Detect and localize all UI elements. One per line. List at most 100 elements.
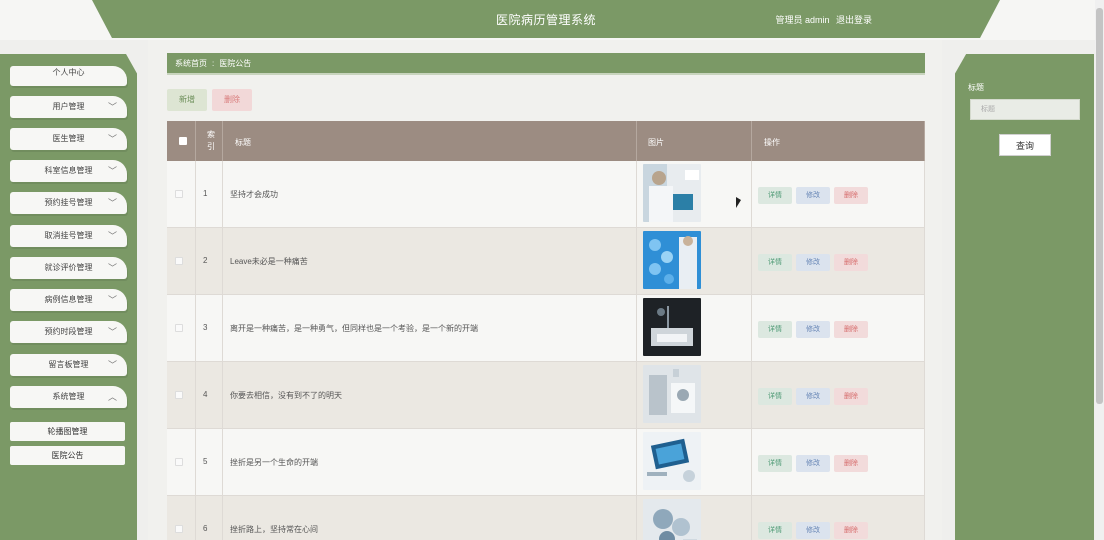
sidebar-item-reviews[interactable]: 就诊评价管理 ﹀	[10, 257, 127, 279]
breadcrumb-separator: :	[212, 59, 215, 68]
sidebar-subitem-announcements[interactable]: 医院公告	[10, 446, 125, 465]
sidebar-item-doctors[interactable]: 医生管理 ﹀	[10, 128, 127, 150]
row-checkbox[interactable]	[175, 525, 183, 533]
row-checkbox[interactable]	[175, 391, 183, 399]
header-user-area: 管理员 admin 退出登录	[771, 13, 872, 26]
row-title: Leave未必是一种痛苦	[230, 257, 308, 266]
sidebar-subitem-carousel[interactable]: 轮播图管理	[10, 422, 125, 441]
table-row: 2 Leave未必是一种痛苦 详情 修改 删除	[167, 228, 925, 295]
sidebar-item-users[interactable]: 用户管理 ﹀	[10, 96, 127, 118]
row-index-cell: 6	[196, 496, 223, 540]
row-title: 离开是一种痛苦，是一种勇气，但同样也是一个考验，是一个新的开端	[230, 324, 478, 333]
edit-button[interactable]: 修改	[796, 321, 830, 338]
row-checkbox[interactable]	[175, 190, 183, 198]
row-actions-cell: 详情 修改 删除	[752, 429, 925, 495]
row-select-cell	[167, 362, 196, 428]
breadcrumb: 系统首页: 医院公告	[167, 53, 925, 75]
sidebar-item-appointments[interactable]: 预约挂号管理 ﹀	[10, 192, 127, 214]
row-select-cell	[167, 161, 196, 227]
page-scrollbar[interactable]	[1095, 0, 1104, 540]
sidebar-item-system[interactable]: 系统管理 ︿	[10, 386, 127, 408]
row-select-cell	[167, 228, 196, 294]
row-index-cell: 3	[196, 295, 223, 361]
row-select-cell	[167, 496, 196, 540]
row-title: 挫折是另一个生命的开端	[230, 458, 318, 467]
chevron-down-icon: ﹀	[107, 295, 117, 305]
edit-button[interactable]: 修改	[796, 187, 830, 204]
sidebar-item-time-slots[interactable]: 预约时段管理 ﹀	[10, 321, 127, 343]
announcement-thumbnail[interactable]	[643, 499, 701, 540]
row-actions-cell: 详情 修改 删除	[752, 362, 925, 428]
detail-button[interactable]: 详情	[758, 455, 792, 472]
sidebar-item-messages[interactable]: 留言板管理 ﹀	[10, 354, 127, 376]
row-index: 2	[203, 256, 208, 265]
chevron-down-icon: ﹀	[107, 263, 117, 273]
sidebar-item-cancellations[interactable]: 取消挂号管理 ﹀	[10, 225, 127, 247]
delete-button[interactable]: 删除	[834, 388, 868, 405]
edit-button[interactable]: 修改	[796, 254, 830, 271]
table-row: 1 坚持才会成功 详情 修改 删除	[167, 161, 925, 228]
chevron-down-icon: ﹀	[107, 327, 117, 337]
detail-button[interactable]: 详情	[758, 254, 792, 271]
edit-button[interactable]: 修改	[796, 388, 830, 405]
header-actions: 操作	[764, 138, 780, 147]
edit-button[interactable]: 修改	[796, 455, 830, 472]
announcement-thumbnail[interactable]	[643, 298, 701, 356]
sidebar-item-label: 个人中心	[52, 68, 85, 77]
row-checkbox[interactable]	[175, 324, 183, 332]
search-input[interactable]: 标题	[970, 99, 1080, 120]
detail-button[interactable]: 详情	[758, 187, 792, 204]
delete-button[interactable]: 删除	[834, 321, 868, 338]
header-actions-cell: 操作	[752, 121, 925, 161]
row-index-cell: 2	[196, 228, 223, 294]
row-checkbox[interactable]	[175, 458, 183, 466]
row-index-cell: 4	[196, 362, 223, 428]
announcement-thumbnail[interactable]	[643, 231, 701, 289]
delete-button[interactable]: 删除	[834, 254, 868, 271]
add-button[interactable]: 新增	[167, 89, 207, 111]
sidebar-item-profile[interactable]: 个人中心	[10, 66, 127, 86]
select-all-checkbox[interactable]	[179, 137, 187, 145]
breadcrumb-home[interactable]: 系统首页	[175, 59, 207, 68]
sidebar-item-label: 系统管理	[52, 392, 85, 401]
logout-link[interactable]: 退出登录	[836, 15, 872, 25]
row-title: 挫折路上，坚持常在心间	[230, 525, 318, 534]
sidebar-item-departments[interactable]: 科室信息管理 ﹀	[10, 160, 127, 182]
row-image-cell	[637, 295, 752, 361]
announcement-thumbnail[interactable]	[643, 432, 701, 490]
sidebar: 个人中心 用户管理 ﹀ 医生管理 ﹀ 科室信息管理 ﹀ 预约挂号管理 ﹀ 取消挂号管理 ﹀…	[0, 54, 137, 540]
sidebar-item-cases[interactable]: 病例信息管理 ﹀	[10, 289, 127, 311]
batch-delete-button[interactable]: 删除	[212, 89, 252, 111]
row-checkbox[interactable]	[175, 257, 183, 265]
user-label: 管理员 admin	[775, 15, 830, 25]
announcement-thumbnail[interactable]	[643, 365, 701, 423]
header-title-cell: 标题	[223, 121, 637, 161]
delete-button[interactable]: 删除	[834, 455, 868, 472]
detail-button[interactable]: 详情	[758, 321, 792, 338]
table-header: 索引 标题 图片 操作	[167, 121, 925, 161]
sidebar-item-label: 病例信息管理	[44, 295, 93, 304]
row-title-cell: 挫折路上，坚持常在心间	[223, 496, 637, 540]
edit-button[interactable]: 修改	[796, 522, 830, 539]
sidebar-item-label: 用户管理	[52, 102, 85, 111]
chevron-down-icon: ﹀	[107, 198, 117, 208]
row-index: 6	[203, 524, 208, 533]
row-title-cell: 离开是一种痛苦，是一种勇气，但同样也是一个考验，是一个新的开端	[223, 295, 637, 361]
row-image-cell	[637, 228, 752, 294]
row-actions-cell: 详情 修改 删除	[752, 295, 925, 361]
delete-button[interactable]: 删除	[834, 522, 868, 539]
detail-button[interactable]: 详情	[758, 388, 792, 405]
detail-button[interactable]: 详情	[758, 522, 792, 539]
search-button[interactable]: 查询	[999, 134, 1051, 156]
delete-button[interactable]: 删除	[834, 187, 868, 204]
scrollbar-thumb[interactable]	[1096, 8, 1103, 404]
row-select-cell	[167, 295, 196, 361]
row-image-cell	[637, 429, 752, 495]
row-title-cell: 坚持才会成功	[223, 161, 637, 227]
row-image-cell	[637, 161, 752, 227]
row-index-cell: 5	[196, 429, 223, 495]
header-index-cell: 索引	[196, 121, 223, 161]
announcement-thumbnail[interactable]	[643, 164, 701, 222]
chevron-down-icon: ﹀	[107, 360, 117, 370]
row-title-cell: Leave未必是一种痛苦	[223, 228, 637, 294]
